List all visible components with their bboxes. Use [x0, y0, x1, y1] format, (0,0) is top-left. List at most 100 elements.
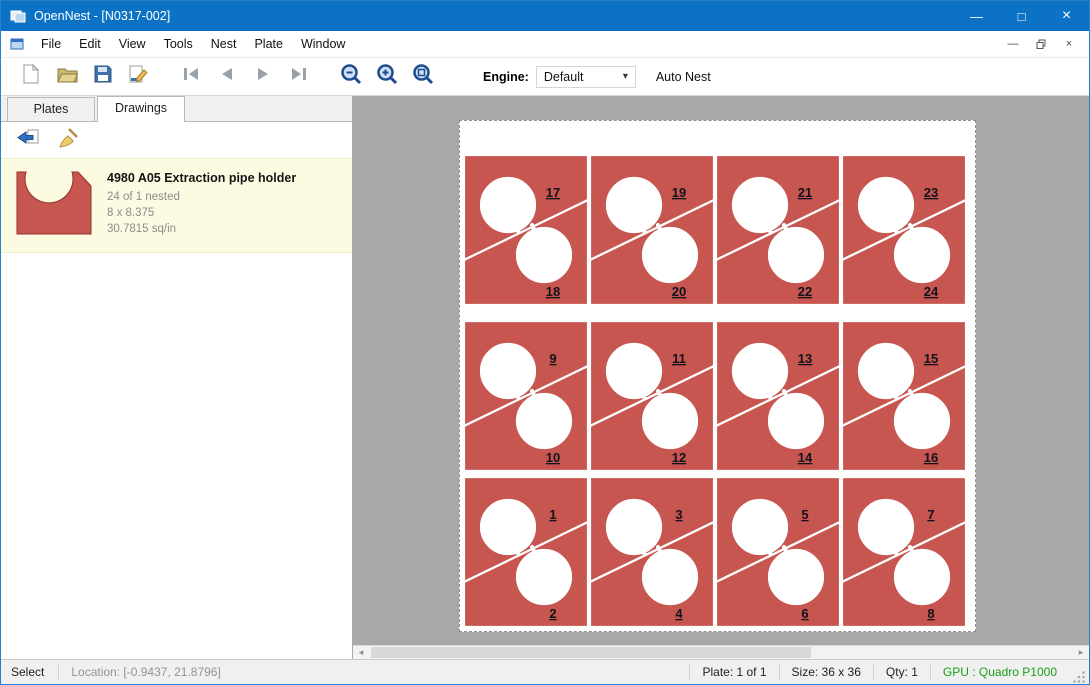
cursor-location: Location: [-0.9437, 21.8796] — [59, 665, 689, 679]
part-number: 7 — [927, 507, 934, 522]
nest-pair[interactable]: 1718 — [464, 155, 588, 305]
toolbar: Engine: Default ▾ Auto Nest — [1, 58, 1089, 96]
zoom-fit-button[interactable] — [405, 62, 441, 92]
maximize-button[interactable]: □ — [999, 1, 1044, 31]
menu-bar: File Edit View Tools Nest Plate Window —… — [1, 31, 1089, 58]
mode-status: Select — [1, 665, 58, 679]
nest-canvas[interactable]: 171819202122232491011121314151612345678 … — [353, 96, 1089, 659]
sidebar: Plates Drawings 4980 A05 Extraction pipe… — [1, 96, 353, 659]
auto-nest-button[interactable]: Auto Nest — [656, 70, 711, 84]
horizontal-scrollbar[interactable]: ◂ ▸ — [353, 645, 1089, 659]
new-button[interactable] — [13, 62, 49, 92]
menu-edit[interactable]: Edit — [70, 32, 110, 56]
zoom-fit-icon — [412, 63, 434, 90]
nest-pair[interactable]: 12 — [464, 477, 588, 627]
part-number: 22 — [798, 284, 812, 299]
menu-view[interactable]: View — [110, 32, 155, 56]
part-number: 20 — [672, 284, 686, 299]
zoom-tool-group — [333, 62, 441, 92]
part-number: 10 — [546, 450, 560, 465]
part-number: 5 — [801, 507, 808, 522]
drawing-item-text: 4980 A05 Extraction pipe holder 24 of 1 … — [107, 167, 296, 242]
part-number: 19 — [672, 185, 686, 200]
resize-grip[interactable] — [1073, 671, 1086, 684]
main-area: Plates Drawings 4980 A05 Extraction pipe… — [1, 96, 1089, 659]
save-icon — [94, 65, 112, 88]
scrollbar-thumb[interactable] — [371, 647, 811, 658]
part-number: 23 — [924, 185, 938, 200]
nest-pair[interactable]: 2324 — [842, 155, 966, 305]
nest-pair[interactable]: 78 — [842, 477, 966, 627]
qty-status: Qty: 1 — [874, 665, 930, 679]
zoom-in-button[interactable] — [369, 62, 405, 92]
engine-selected-value: Default — [544, 70, 584, 84]
part-number: 12 — [672, 450, 686, 465]
first-icon — [181, 66, 201, 87]
engine-select[interactable]: Default ▾ — [536, 66, 636, 88]
status-bar: Select Location: [-0.9437, 21.8796] Plat… — [1, 659, 1089, 684]
previous-icon — [217, 66, 237, 87]
drawing-list-item[interactable]: 4980 A05 Extraction pipe holder 24 of 1 … — [1, 158, 352, 253]
mdi-minimize-button[interactable]: — — [1001, 35, 1025, 53]
part-number: 14 — [798, 450, 813, 465]
engine-label: Engine: — [483, 70, 529, 84]
tab-drawings[interactable]: Drawings — [97, 96, 185, 122]
document-icon[interactable] — [10, 38, 24, 50]
nest-pair[interactable]: 34 — [590, 477, 714, 627]
last-plate-button[interactable] — [281, 62, 317, 92]
gpu-status: GPU : Quadro P1000 — [931, 665, 1069, 679]
open-button[interactable] — [49, 62, 85, 92]
drawing-dimensions: 8 x 8.375 — [107, 205, 296, 221]
replace-drawing-button[interactable] — [13, 126, 43, 154]
tab-plates[interactable]: Plates — [7, 97, 95, 121]
close-button[interactable]: × — [1044, 1, 1089, 31]
part-number: 6 — [801, 606, 808, 621]
part-number: 2 — [549, 606, 556, 621]
next-icon — [253, 66, 273, 87]
nest-pair[interactable]: 2122 — [716, 155, 840, 305]
last-icon — [289, 66, 309, 87]
nest-pair[interactable]: 1920 — [590, 155, 714, 305]
app-icon — [10, 9, 26, 23]
chevron-down-icon: ▾ — [623, 71, 628, 82]
nest-pair[interactable]: 56 — [716, 477, 840, 627]
menu-tools[interactable]: Tools — [155, 32, 202, 56]
scroll-right-icon[interactable]: ▸ — [1073, 646, 1089, 659]
nest-pair[interactable]: 9 10 — [464, 321, 588, 471]
drawings-toolbar — [1, 122, 352, 158]
minimize-button[interactable]: — — [954, 1, 999, 31]
menu-window[interactable]: Window — [292, 32, 354, 56]
menu-nest[interactable]: Nest — [202, 32, 246, 56]
next-plate-button[interactable] — [245, 62, 281, 92]
scroll-left-icon[interactable]: ◂ — [353, 646, 369, 659]
save-as-button[interactable] — [121, 62, 157, 92]
previous-plate-button[interactable] — [209, 62, 245, 92]
zoom-in-icon — [376, 63, 398, 90]
first-plate-button[interactable] — [173, 62, 209, 92]
part-number: 4 — [675, 606, 683, 621]
mdi-window-controls: — × — [1001, 35, 1089, 53]
save-button[interactable] — [85, 62, 121, 92]
file-tool-group — [13, 62, 157, 92]
part-number: 13 — [798, 351, 812, 366]
plate[interactable]: 171819202122232491011121314151612345678 — [459, 120, 976, 632]
nest-pair[interactable]: 1516 — [842, 321, 966, 471]
nest-pair[interactable]: 1112 — [590, 321, 714, 471]
mdi-restore-button[interactable] — [1029, 35, 1053, 53]
nest-pair[interactable]: 13 14 — [716, 321, 840, 471]
broom-icon — [57, 128, 80, 153]
nav-tool-group — [173, 62, 317, 92]
drawing-list-empty-space — [1, 253, 352, 659]
drawing-title: 4980 A05 Extraction pipe holder — [107, 171, 296, 185]
part-number: 9 — [549, 351, 556, 366]
zoom-out-button[interactable] — [333, 62, 369, 92]
title-bar: OpenNest - [N0317-002] — □ × — [1, 1, 1089, 31]
menu-file[interactable]: File — [32, 32, 70, 56]
mdi-close-button[interactable]: × — [1057, 35, 1081, 53]
sidebar-tabstrip: Plates Drawings — [1, 96, 352, 122]
part-number: 1 — [549, 507, 556, 522]
clean-button[interactable] — [53, 126, 83, 154]
part-number: 8 — [927, 606, 934, 621]
drawing-thumbnail — [13, 167, 95, 242]
menu-plate[interactable]: Plate — [245, 32, 292, 56]
